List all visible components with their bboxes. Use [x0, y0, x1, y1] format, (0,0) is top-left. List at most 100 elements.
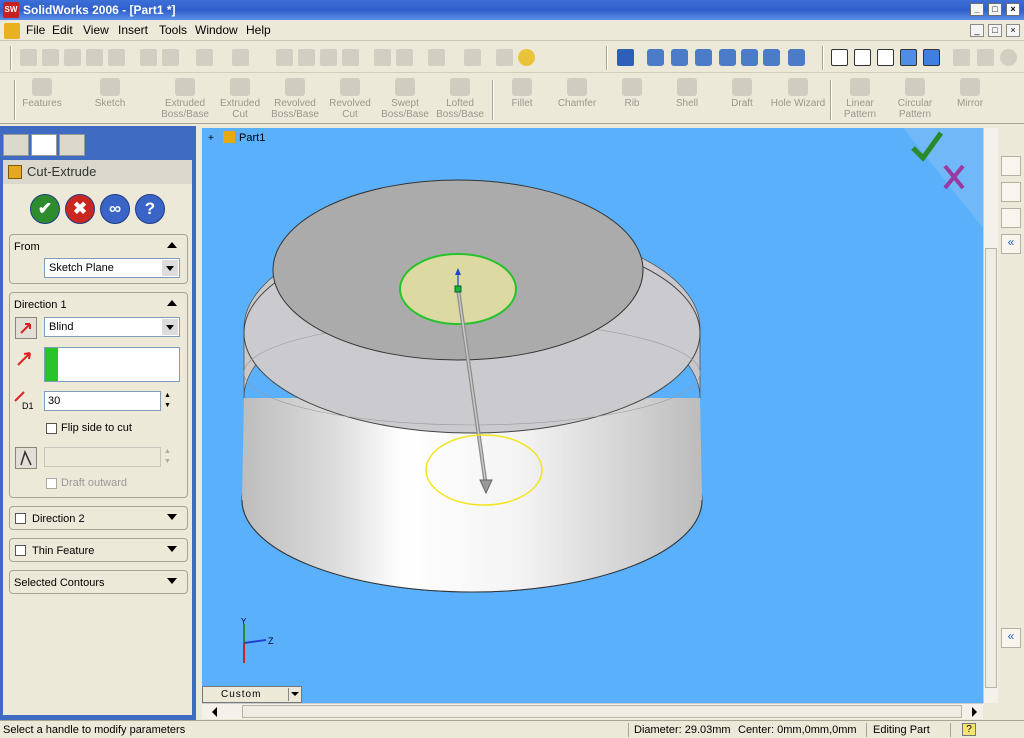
graphics-area[interactable]: + Part1 Z Y Custom: [202, 128, 983, 703]
selected-contours-title[interactable]: Selected Contours: [14, 577, 105, 589]
direction2-title[interactable]: Direction 2: [32, 513, 85, 525]
help-icon[interactable]: [518, 49, 535, 66]
revolved-boss-button[interactable]: Revolved Boss/Base: [270, 78, 320, 122]
hidden-lines-visible-icon[interactable]: [854, 49, 871, 66]
direction-selection-box[interactable]: [44, 347, 180, 382]
ok-button[interactable]: ✔: [30, 194, 60, 224]
extruded-boss-button[interactable]: Extruded Boss/Base: [160, 78, 210, 122]
cancel-button[interactable]: ✖: [65, 194, 95, 224]
menu-insert[interactable]: Insert: [118, 23, 148, 37]
dropdown-arrow-icon[interactable]: [162, 260, 178, 276]
vertical-scrollbar[interactable]: [983, 128, 998, 703]
print-preview-icon[interactable]: [108, 49, 125, 66]
detailed-preview-button[interactable]: ∞: [100, 194, 130, 224]
rib-button[interactable]: Rib: [610, 78, 654, 122]
pan-icon[interactable]: [763, 49, 780, 66]
redo-icon[interactable]: [232, 49, 249, 66]
shaded-icon[interactable]: [923, 49, 940, 66]
section-view-icon[interactable]: [953, 49, 970, 66]
close-button[interactable]: ×: [1006, 3, 1020, 16]
chamfer-button[interactable]: Chamfer: [555, 78, 599, 122]
thin-feature-title[interactable]: Thin Feature: [32, 545, 94, 557]
menu-window[interactable]: Window: [195, 23, 238, 37]
shell-button[interactable]: Shell: [665, 78, 709, 122]
scroll-left-icon[interactable]: [212, 707, 217, 717]
draft-on-off-icon[interactable]: [15, 447, 37, 469]
flip-side-checkbox[interactable]: [46, 423, 57, 434]
depth-spinner[interactable]: ▲ ▼: [164, 391, 174, 411]
save-icon[interactable]: [64, 49, 81, 66]
menu-tools[interactable]: Tools: [159, 23, 187, 37]
new-file-icon[interactable]: [20, 49, 37, 66]
collapse-icon[interactable]: [167, 300, 177, 306]
swept-boss-button[interactable]: Swept Boss/Base: [380, 78, 430, 122]
view-orientation-select[interactable]: Custom: [202, 686, 302, 703]
from-select[interactable]: Sketch Plane: [44, 258, 180, 278]
expand-task-pane-icon[interactable]: «: [1001, 628, 1021, 648]
mirror-button[interactable]: Mirror: [948, 78, 992, 122]
doc-close-button[interactable]: ×: [1006, 24, 1020, 37]
expand-icon[interactable]: [167, 578, 177, 584]
dropdown-arrow-icon[interactable]: [288, 688, 300, 701]
menu-view[interactable]: View: [83, 23, 109, 37]
design-library-icon[interactable]: [1001, 182, 1021, 202]
notes-icon[interactable]: [496, 49, 513, 66]
print-icon[interactable]: [86, 49, 103, 66]
zoom-to-fit-icon[interactable]: [647, 49, 664, 66]
direction2-group[interactable]: Direction 2: [9, 506, 188, 530]
collapse-task-pane-icon[interactable]: «: [1001, 234, 1021, 254]
copy-icon[interactable]: [162, 49, 179, 66]
wireframe-icon[interactable]: [831, 49, 848, 66]
sketch-tools-icon[interactable]: [464, 49, 481, 66]
thin-feature-group[interactable]: Thin Feature: [9, 538, 188, 562]
zoom-to-selection-icon[interactable]: [719, 49, 736, 66]
standard-views-icon[interactable]: [788, 49, 805, 66]
horizontal-scrollbar[interactable]: [202, 703, 983, 719]
lofted-boss-button[interactable]: Lofted Boss/Base: [435, 78, 485, 122]
scroll-right-icon[interactable]: [972, 707, 977, 717]
home-icon[interactable]: [1001, 156, 1021, 176]
select-icon[interactable]: [276, 49, 293, 66]
direction1-group-title[interactable]: Direction 1: [14, 299, 67, 311]
vertical-scroll-thumb[interactable]: [985, 248, 997, 688]
zoom-to-area-icon[interactable]: [671, 49, 688, 66]
reverse-direction-icon[interactable]: [15, 317, 37, 339]
shadows-icon[interactable]: [1000, 49, 1017, 66]
draft-button[interactable]: Draft: [720, 78, 764, 122]
options-icon[interactable]: [342, 49, 359, 66]
circular-pattern-button[interactable]: Circular Pattern: [893, 78, 937, 122]
view-orientation-icon[interactable]: [617, 49, 634, 66]
thin-feature-checkbox[interactable]: [15, 545, 26, 556]
macro-icon[interactable]: [428, 49, 445, 66]
expand-icon[interactable]: [167, 514, 177, 520]
fillet-button[interactable]: Fillet: [500, 78, 544, 122]
realview-icon[interactable]: [977, 49, 994, 66]
rotate-view-icon[interactable]: [741, 49, 758, 66]
solidworks-app-icon[interactable]: SW: [3, 2, 19, 18]
property-manager-tab[interactable]: [31, 134, 57, 156]
extruded-cut-button[interactable]: Extruded Cut: [215, 78, 265, 122]
shaded-with-edges-icon[interactable]: [900, 49, 917, 66]
doc-restore-button[interactable]: □: [988, 24, 1002, 37]
feature-manager-tab[interactable]: [3, 134, 29, 156]
direction2-checkbox[interactable]: [15, 513, 26, 524]
sketch-point-handle[interactable]: [454, 285, 462, 293]
collapse-icon[interactable]: [167, 242, 177, 248]
configuration-manager-tab[interactable]: [59, 134, 85, 156]
features-button[interactable]: Features: [20, 78, 64, 122]
linear-pattern-button[interactable]: Linear Pattern: [838, 78, 882, 122]
undo-icon[interactable]: [196, 49, 213, 66]
help-button[interactable]: ?: [135, 194, 165, 224]
model-viewport[interactable]: [202, 128, 983, 703]
select-filter-icon[interactable]: [298, 49, 315, 66]
sketch-button[interactable]: Sketch: [88, 78, 132, 122]
cylinder-body[interactable]: [241, 179, 703, 593]
depth-input[interactable]: 30: [44, 391, 161, 411]
open-file-icon[interactable]: [42, 49, 59, 66]
expand-icon[interactable]: [167, 546, 177, 552]
horizontal-scroll-thumb[interactable]: [242, 705, 962, 718]
selected-contours-group[interactable]: Selected Contours: [9, 570, 188, 594]
quick-tips-help-icon[interactable]: ?: [962, 723, 976, 736]
minimize-button[interactable]: _: [970, 3, 984, 16]
document-icon[interactable]: [4, 23, 20, 39]
